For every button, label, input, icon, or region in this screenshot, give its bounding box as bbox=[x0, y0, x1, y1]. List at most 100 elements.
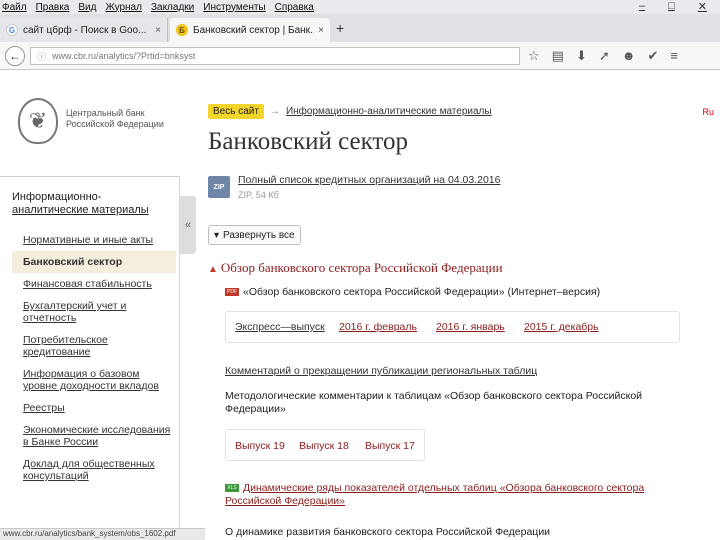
issue-19-link[interactable]: Выпуск 19 bbox=[235, 440, 285, 452]
sidebar-heading-line2: аналитические материалы bbox=[12, 204, 149, 216]
extension-check-icon[interactable]: ✔ bbox=[647, 48, 658, 64]
send-icon[interactable]: ➚ bbox=[599, 48, 610, 64]
caret-up-icon: ▲ bbox=[208, 264, 218, 275]
breadcrumb-arrow-icon: → bbox=[269, 106, 280, 117]
close-tab-icon[interactable]: × bbox=[318, 25, 324, 36]
toolbar-icons: ☆ ▤ ⬇ ➚ ☻ ✔ ≡ bbox=[528, 48, 678, 64]
menu-edit[interactable]: Правка bbox=[36, 2, 70, 13]
close-window-button[interactable]: ✕ bbox=[698, 0, 707, 13]
section-title: Обзор банковского сектора Российской Фед… bbox=[220, 260, 503, 275]
sidebar-item-regulations[interactable]: Нормативные и иные акты bbox=[12, 229, 176, 251]
issue-feb-2016-link[interactable]: 2016 г. февраль bbox=[339, 321, 417, 333]
tab-title: Банковский сектор | Банк... bbox=[193, 24, 315, 36]
menu-help[interactable]: Справка bbox=[275, 2, 314, 13]
sidebar-list: Нормативные и иные акты Банковский секто… bbox=[12, 229, 176, 487]
status-bar: www.cbr.ru/analytics/bank_system/obs_160… bbox=[0, 528, 205, 540]
menu-hamburger-icon[interactable]: ≡ bbox=[670, 48, 678, 64]
sidebar-item-banking-sector[interactable]: Банковский сектор bbox=[12, 251, 176, 273]
sidebar-item-label: Банковский сектор bbox=[23, 256, 123, 268]
sidebar-item-label: Доклад для общественных консультаций bbox=[23, 458, 155, 482]
zip-file-icon: ZIP bbox=[208, 176, 230, 198]
chat-icon[interactable]: ☻ bbox=[622, 48, 636, 64]
sidebar-heading[interactable]: Информационно- аналитические материалы bbox=[12, 191, 149, 217]
section-toggle-overview[interactable]: ▲ Обзор банковского сектора Российской Фе… bbox=[208, 260, 503, 276]
sidebar-item-label: Реестры bbox=[23, 402, 65, 414]
internet-version-link[interactable]: «Обзор банковского сектора Российской Фе… bbox=[243, 286, 600, 298]
credit-orgs-list-link[interactable]: Полный список кредитных организаций на 0… bbox=[238, 174, 501, 186]
file-size-label: ZIP, 54 Кб bbox=[238, 190, 279, 200]
menu-history[interactable]: Журнал bbox=[105, 2, 142, 13]
sidebar-item-public-consultation[interactable]: Доклад для общественных консультаций bbox=[12, 453, 176, 487]
sidebar-item-accounting[interactable]: Бухгалтерский учет и отчетность bbox=[12, 295, 176, 329]
issue-dec-2015-link[interactable]: 2015 г. декабрь bbox=[524, 321, 599, 333]
sidebar-item-label: Бухгалтерский учет и отчетность bbox=[23, 300, 127, 324]
issue-jan-2016-link[interactable]: 2016 г. январь bbox=[436, 321, 505, 333]
breadcrumb: Весь сайт → Информационно-аналитические … bbox=[208, 104, 492, 119]
site-info-icon[interactable]: ⓘ bbox=[37, 50, 46, 63]
xls-file-icon: XLS bbox=[225, 484, 239, 493]
logo-line1: Центральный банк bbox=[66, 108, 145, 118]
back-arrow-icon: ← bbox=[9, 49, 21, 63]
url-text: www.cbr.ru/analytics/?Prtid=bnksyst bbox=[52, 51, 196, 61]
google-favicon-icon: G bbox=[6, 24, 18, 36]
expand-all-label: Развернуть все bbox=[223, 229, 295, 241]
chevron-down-icon: ▾ bbox=[214, 229, 220, 241]
language-switch[interactable]: Ru bbox=[702, 107, 714, 117]
menu-file[interactable]: Файл bbox=[2, 2, 27, 13]
dynamic-series-row: XLS Динамические ряды показателей отдельн… bbox=[225, 482, 695, 508]
tab-title: сайт цбрф - Поиск в Goo... bbox=[23, 24, 147, 36]
menu-tools[interactable]: Инструменты bbox=[203, 2, 265, 13]
issue-17-link[interactable]: Выпуск 17 bbox=[365, 440, 415, 452]
breadcrumb-analytics-link[interactable]: Информационно-аналитические материалы bbox=[286, 106, 492, 117]
download-icon[interactable]: ⬇ bbox=[576, 48, 587, 64]
sidebar-item-financial-stability[interactable]: Финансовая стабильность bbox=[12, 273, 176, 295]
issues-box: Выпуск 19 Выпуск 18 Выпуск 17 bbox=[225, 429, 425, 461]
sidebar-collapse-button[interactable]: « bbox=[180, 196, 196, 254]
express-issue-link[interactable]: Экспресс—выпуск bbox=[235, 321, 325, 333]
back-button[interactable]: ← bbox=[5, 46, 25, 66]
maximize-button[interactable]: □ bbox=[668, 0, 675, 13]
status-url: www.cbr.ru/analytics/bank_system/obs_160… bbox=[3, 529, 176, 538]
dynamics-section-text: О динамике развития банковского сектора … bbox=[225, 526, 551, 538]
minimize-button[interactable]: – bbox=[639, 0, 645, 13]
sidebar-item-research[interactable]: Экономические исследования в Банке Росси… bbox=[12, 419, 176, 453]
sidebar-item-consumer-credit[interactable]: Потребительское кредитование bbox=[12, 329, 176, 363]
sidebar-item-label: Информация о базовом уровне доходности в… bbox=[23, 368, 159, 392]
reading-list-icon[interactable]: ▤ bbox=[552, 48, 564, 64]
sidebar-item-registries[interactable]: Реестры bbox=[12, 397, 176, 419]
page-title: Банковский сектор bbox=[208, 128, 409, 155]
double-chevron-left-icon: « bbox=[184, 219, 192, 231]
internet-version-row: PDF «Обзор банковского сектора Российско… bbox=[225, 286, 600, 298]
issue-18-link[interactable]: Выпуск 18 bbox=[299, 440, 349, 452]
tab-strip: G сайт цбрф - Поиск в Goo... × Б Банковс… bbox=[0, 14, 720, 42]
eagle-emblem-icon: ❦ bbox=[18, 98, 58, 144]
sidebar: Информационно- аналитические материалы Н… bbox=[0, 176, 180, 530]
sidebar-item-label: Экономические исследования в Банке Росси… bbox=[23, 424, 171, 448]
window-controls: – □ ✕ bbox=[639, 0, 716, 13]
new-tab-button[interactable]: + bbox=[336, 20, 344, 36]
regional-tables-comment-link[interactable]: Комментарий о прекращении публикации рег… bbox=[225, 365, 537, 377]
sidebar-item-deposit-yield[interactable]: Информация о базовом уровне доходности в… bbox=[12, 363, 176, 397]
menu-bookmarks[interactable]: Закладки bbox=[151, 2, 194, 13]
breadcrumb-home-link[interactable]: Весь сайт bbox=[208, 104, 264, 119]
sidebar-item-label: Финансовая стабильность bbox=[23, 278, 152, 290]
sidebar-heading-line1: Информационно- bbox=[12, 191, 102, 203]
sidebar-item-label: Нормативные и иные акты bbox=[23, 234, 154, 246]
bookmark-star-icon[interactable]: ☆ bbox=[528, 48, 540, 64]
menu-view[interactable]: Вид bbox=[78, 2, 96, 13]
pdf-file-icon: PDF bbox=[225, 288, 239, 296]
methodology-text: Методологические комментарии к таблицам … bbox=[225, 390, 643, 415]
tab-google-search[interactable]: G сайт цбрф - Поиск в Goo... × bbox=[0, 18, 168, 42]
express-issue-box: Экспресс—выпуск 2016 г. февраль 2016 г. … bbox=[225, 311, 680, 343]
dynamic-series-link[interactable]: Динамические ряды показателей отдельных … bbox=[225, 482, 644, 507]
logo-line2: Российской Федерации bbox=[66, 119, 164, 129]
navigation-bar: ← ⓘ www.cbr.ru/analytics/?Prtid=bnksyst … bbox=[0, 42, 720, 70]
close-tab-icon[interactable]: × bbox=[155, 25, 161, 36]
sidebar-item-label: Потребительское кредитование bbox=[23, 334, 108, 358]
expand-all-button[interactable]: ▾ Развернуть все bbox=[208, 225, 301, 245]
tab-bank-sector[interactable]: Б Банковский сектор | Банк... × bbox=[170, 18, 330, 42]
menu-bar: Файл Правка Вид Журнал Закладки Инструме… bbox=[0, 0, 720, 14]
logo-text: Центральный банк Российской Федерации bbox=[66, 108, 164, 130]
cbr-logo[interactable]: ❦ Центральный банк Российской Федерации bbox=[18, 98, 188, 146]
address-bar[interactable]: ⓘ www.cbr.ru/analytics/?Prtid=bnksyst bbox=[30, 47, 520, 65]
